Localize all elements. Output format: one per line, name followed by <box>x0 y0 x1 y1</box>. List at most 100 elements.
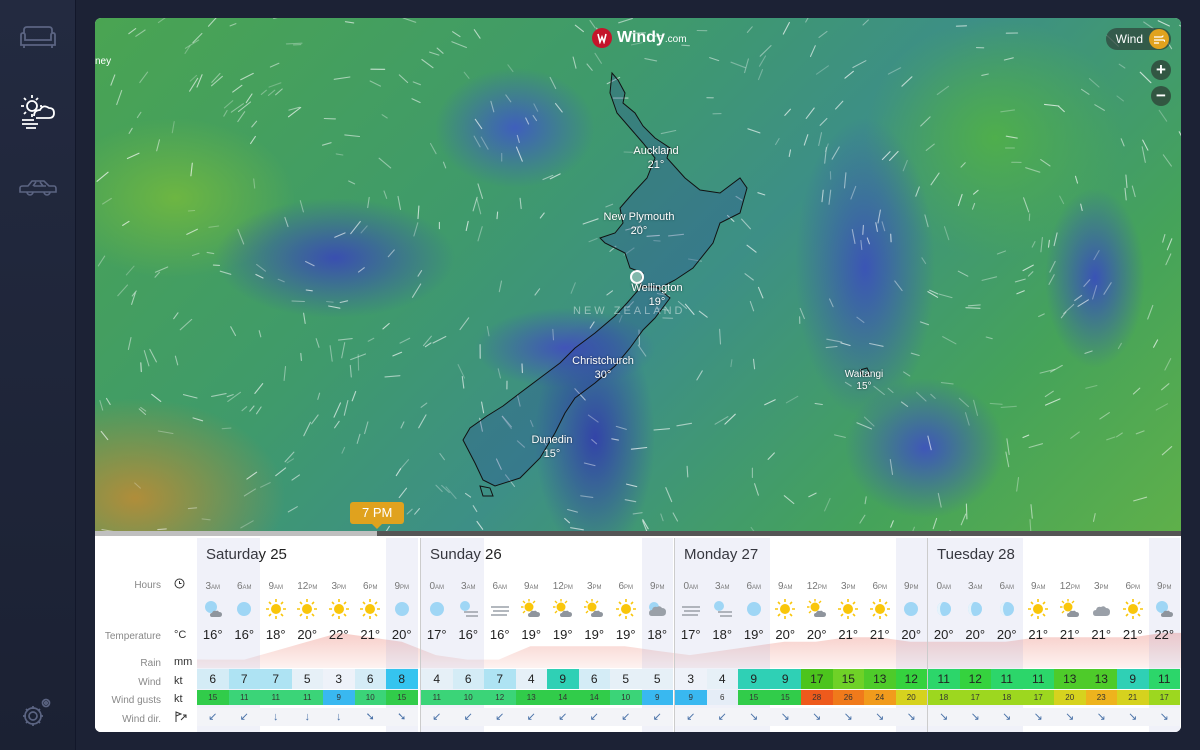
hour-column[interactable]: 0AM 17° 4 11 ↙ <box>421 538 453 732</box>
wind-direction-arrow: ↘ <box>801 708 833 726</box>
hour-column[interactable]: 3PM 22° 3 9 ↓ <box>323 538 355 732</box>
forecast-grid[interactable]: Saturday 25 3AM 16° 6 15 ↙ 6AM 16° 7 11 ↙ 9AM 18° 7 11… <box>197 538 1181 732</box>
gusts-unit: kt <box>174 693 183 705</box>
wind-direction-arrow: ↘ <box>1117 708 1149 726</box>
forecast-day[interactable]: Sunday 26 0AM 17° 4 11 ↙ 3AM 16° 6 10 ↙ 6AM 16° 7 12 ↙ 9… <box>420 538 675 732</box>
hour-column[interactable]: 12PM 20° 17 28 ↘ <box>801 538 833 732</box>
temperature-value: 21° <box>1028 627 1049 642</box>
wind-direction-arrow: ↘ <box>991 708 1023 726</box>
hour-column[interactable]: 12PM 19° 9 14 ↙ <box>547 538 579 732</box>
wind-direction-arrow: ↘ <box>895 708 927 726</box>
city-waitangi[interactable]: Waitangi 15° <box>845 369 884 393</box>
sun-icon <box>264 598 288 620</box>
city-dunedin[interactable]: Dunedin 15° <box>532 433 573 461</box>
hour-label: 12PM <box>547 581 579 592</box>
wind-map[interactable]: ney Windy.com Wind + − Auckland 21° New P… <box>95 18 1181 535</box>
city-christchurch[interactable]: Christchurch 30° <box>572 354 634 382</box>
hour-column[interactable]: 9PM 20° 8 15 ➘ <box>386 538 418 732</box>
hour-column[interactable]: 9AM 21° 11 17 ↘ <box>1022 538 1055 732</box>
hour-label: 9AM <box>260 581 292 592</box>
hour-column[interactable]: 0AM 17° 3 9 ↙ <box>675 538 707 732</box>
clear-night-icon <box>742 598 766 620</box>
hour-column[interactable]: 3AM 20° 12 17 ↘ <box>959 538 992 732</box>
hour-label: 0AM <box>675 581 707 592</box>
timeline-bar[interactable] <box>95 531 1181 536</box>
temperature-value: 16° <box>202 627 223 642</box>
gust-value: 15 <box>769 690 801 705</box>
hour-column[interactable]: 6PM 19° 5 10 ↙ <box>610 538 642 732</box>
gust-value: 24 <box>864 690 896 705</box>
fog-icon <box>488 598 512 620</box>
hour-column[interactable]: 3PM 21° 15 26 ↘ <box>832 538 864 732</box>
temperature-value: 22° <box>1154 627 1175 642</box>
car-button[interactable] <box>0 158 75 218</box>
gust-value: 18 <box>928 690 960 705</box>
night-partly-cloudy-icon <box>201 598 225 620</box>
city-new-plymouth[interactable]: New Plymouth 20° <box>604 210 675 238</box>
hour-column[interactable]: 12PM 21° 13 20 ↘ <box>1054 538 1086 732</box>
hour-column[interactable]: 6AM 19° 9 15 ↘ <box>738 538 770 732</box>
wind-direction-arrow: ↙ <box>228 708 260 726</box>
hour-label: 9PM <box>1149 581 1181 592</box>
wind-value: 3 <box>675 669 707 689</box>
hour-label: 6PM <box>1117 581 1149 592</box>
hour-column[interactable]: 9AM 20° 9 15 ↘ <box>769 538 801 732</box>
hour-column[interactable]: 9AM 18° 7 11 ↓ <box>260 538 292 732</box>
hour-label: 6PM <box>610 581 642 592</box>
gust-value: 15 <box>386 690 418 705</box>
wind-direction-arrow: ↙ <box>421 708 453 726</box>
hour-label: 9AM <box>1023 581 1055 592</box>
hour-ampm: PM <box>400 585 410 591</box>
forecast-day[interactable]: Tuesday 28 0AM 20° 11 18 ↘ 3AM 20° 12 17 ↘ 6AM 20° 11… <box>927 538 1181 732</box>
hour-column[interactable]: 6AM 16° 7 11 ↙ <box>228 538 260 732</box>
sofa-button[interactable] <box>0 8 75 68</box>
gust-value: 20 <box>1054 690 1086 705</box>
city-temp: 20° <box>630 225 648 237</box>
wind-value: 12 <box>895 669 927 689</box>
hour-ampm: AM <box>752 585 762 591</box>
hour-column[interactable]: 9PM 22° 11 17 ↘ <box>1148 538 1181 732</box>
hours-label: Hours <box>134 580 161 591</box>
hour-column[interactable]: 3PM 21° 13 23 ↘ <box>1085 538 1117 732</box>
temperature-value: 21° <box>1122 627 1143 642</box>
sun-cloud-icon <box>805 598 829 620</box>
sun-icon <box>773 598 797 620</box>
car-icon <box>18 180 57 196</box>
layer-wind-button[interactable]: Wind <box>1105 28 1171 50</box>
wind-direction-arrow: ➘ <box>386 708 418 726</box>
city-auckland[interactable]: Auckland 21° <box>633 144 678 172</box>
wind-value: 11 <box>991 669 1023 689</box>
sun-icon <box>614 598 638 620</box>
hour-column[interactable]: 9AM 19° 4 13 ↙ <box>515 538 547 732</box>
hour-column[interactable]: 3AM 16° 6 15 ↙ <box>197 538 229 732</box>
gust-value: 9 <box>675 690 707 705</box>
hour-column[interactable]: 6PM 21° 9 21 ↘ <box>1117 538 1149 732</box>
settings-button[interactable] <box>0 682 75 742</box>
hour-ampm: PM <box>1070 585 1080 591</box>
gust-value: 11 <box>228 690 260 705</box>
wind-value: 9 <box>547 669 579 689</box>
time-tooltip[interactable]: 7 PM <box>350 502 405 529</box>
hour-column[interactable]: 0AM 20° 11 18 ↘ <box>928 538 960 732</box>
hour-column[interactable]: 3AM 18° 4 6 ↙ <box>706 538 739 732</box>
weather-button[interactable] <box>0 82 75 142</box>
hour-column[interactable]: 12PM 20° 5 11 ↓ <box>291 538 323 732</box>
hour-column[interactable]: 6AM 16° 7 12 ↙ <box>484 538 516 732</box>
hour-column[interactable]: 6AM 20° 11 18 ↘ <box>991 538 1023 732</box>
hour-column[interactable]: 6PM 21° 6 10 ➘ <box>354 538 386 732</box>
hour-column[interactable]: 3PM 19° 6 14 ↙ <box>578 538 610 732</box>
hour-ampm: PM <box>1131 585 1141 591</box>
hour-value: 12 <box>1059 581 1071 592</box>
forecast-day[interactable]: Saturday 25 3AM 16° 6 15 ↙ 6AM 16° 7 11 ↙ 9AM 18° 7 11… <box>197 538 420 732</box>
hour-label: 3AM <box>960 581 992 592</box>
hour-column[interactable]: 6PM 21° 13 24 ↘ <box>864 538 896 732</box>
hour-column[interactable]: 3AM 16° 6 10 ↙ <box>452 538 484 732</box>
wind-direction-arrow: ↙ <box>515 708 547 726</box>
hour-column[interactable]: 9PM 18° 5 9 ↙ <box>641 538 673 732</box>
zoom-out-button[interactable]: − <box>1151 86 1171 106</box>
forecast-day[interactable]: Monday 27 0AM 17° 3 9 ↙ 3AM 18° 4 6 ↙ 6AM 19° 9 15 ↘ 9AM… <box>674 538 928 732</box>
hour-label: 3AM <box>707 581 739 592</box>
zoom-in-button[interactable]: + <box>1151 60 1171 80</box>
hour-ampm: AM <box>783 585 793 591</box>
hour-column[interactable]: 9PM 20° 12 20 ↘ <box>895 538 927 732</box>
